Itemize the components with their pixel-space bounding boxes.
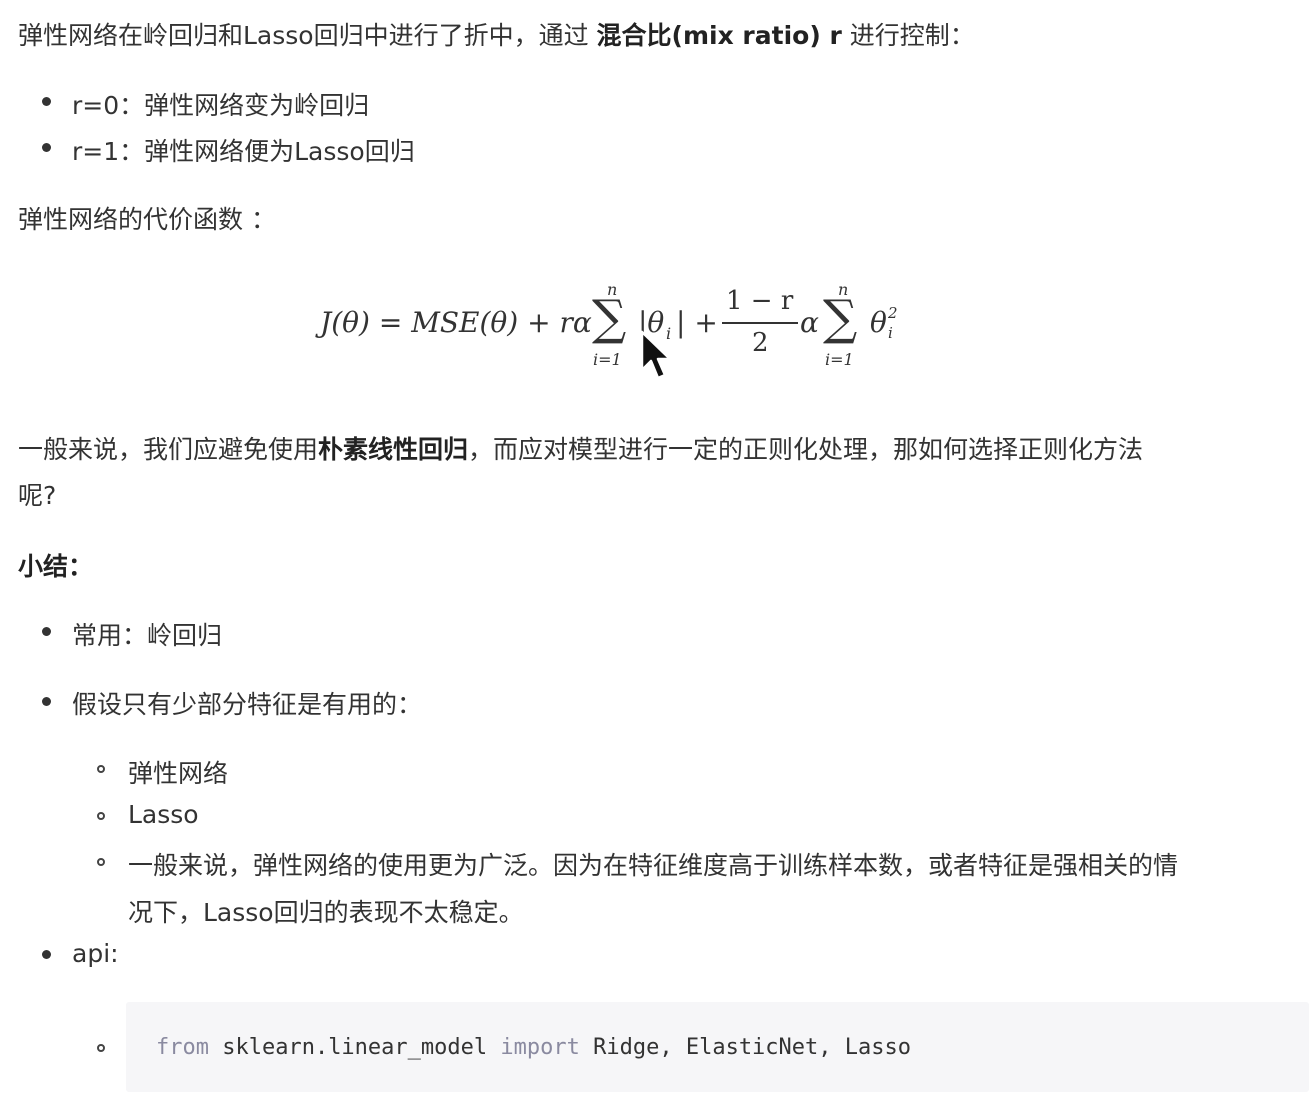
- formula-lhs: J(θ) = MSE(θ) + rα: [320, 306, 592, 339]
- summary-heading: 小结：: [18, 552, 94, 581]
- sum-lower-1: i=1: [593, 350, 622, 369]
- sub-bullet: [97, 858, 105, 866]
- list-item-r0: r=0：弹性网络变为岭回归: [72, 91, 370, 120]
- sub-bullet: [97, 1044, 105, 1052]
- bullet: [42, 697, 51, 706]
- intro-suffix: 进行控制：: [841, 21, 975, 50]
- frac-denominator: 2: [752, 328, 769, 358]
- alpha: α: [800, 306, 819, 339]
- bullet: [42, 627, 51, 636]
- bullet: [42, 950, 51, 959]
- sub-item-elastic-net: 弹性网络: [128, 759, 229, 788]
- theta: θ: [870, 306, 887, 339]
- cost-formula: J(θ) = MSE(θ) + rα n ∑ i=1 |θ i | + 1 − …: [320, 278, 920, 378]
- list-item-few-features: 假设只有少部分特征是有用的：: [72, 690, 423, 719]
- code-module: sklearn.linear_model: [208, 1035, 501, 1060]
- code-block[interactable]: from sklearn.linear_model import Ridge, …: [126, 1002, 1309, 1092]
- keyword-import: import: [500, 1035, 580, 1060]
- theta-sup: 2: [888, 304, 898, 322]
- sub-bullet: [97, 812, 105, 820]
- cost-heading: 弹性网络的代价函数 ：: [18, 205, 276, 234]
- list-item-r1: r=1：弹性网络便为Lasso回归: [72, 137, 415, 166]
- sum-lower-2: i=1: [825, 350, 854, 369]
- sum-sign-2: ∑: [823, 290, 858, 346]
- intro-text: 弹性网络在岭回归和Lasso回归中进行了折中，通过: [18, 21, 597, 50]
- sub-item-general-cont: 况下，Lasso回归的表现不太稳定。: [128, 898, 524, 927]
- code-line: from sklearn.linear_model import Ridge, …: [156, 1035, 911, 1060]
- sub-item-general: 一般来说，弹性网络的使用更为广泛。因为在特征维度高于训练样本数，或者特征是强相关…: [128, 851, 1179, 880]
- abs-end: | +: [676, 306, 718, 339]
- sub-item-lasso: Lasso: [128, 800, 199, 829]
- frac-numerator: 1 − r: [726, 286, 794, 316]
- intro-paragraph: 弹性网络在岭回归和Lasso回归中进行了折中，通过 混合比(mix ratio)…: [18, 16, 975, 52]
- advice-bold: 朴素线性回归: [318, 435, 469, 464]
- mouse-pointer-icon: [640, 330, 672, 380]
- sum-sign-1: ∑: [592, 290, 627, 346]
- list-item-common: 常用：岭回归: [72, 621, 223, 650]
- list-item-api: api:: [72, 939, 119, 968]
- advice-suffix: ，而应对模型进行一定的正则化处理，那如何选择正则化方法: [468, 435, 1144, 464]
- advice-paragraph: 一般来说，我们应避免使用朴素线性回归，而应对模型进行一定的正则化处理，那如何选择…: [18, 430, 1143, 466]
- intro-bold: 混合比(mix ratio) r: [596, 21, 842, 50]
- bullet: [42, 97, 51, 106]
- sub-bullet: [97, 765, 105, 773]
- advice-line2: 呢?: [18, 481, 57, 510]
- bullet: [42, 143, 51, 152]
- theta-sub: i: [888, 324, 893, 342]
- code-names: Ridge, ElasticNet, Lasso: [579, 1035, 912, 1060]
- fraction-bar: [722, 322, 798, 324]
- keyword-from: from: [156, 1035, 209, 1060]
- advice-text: 一般来说，我们应避免使用: [18, 435, 319, 464]
